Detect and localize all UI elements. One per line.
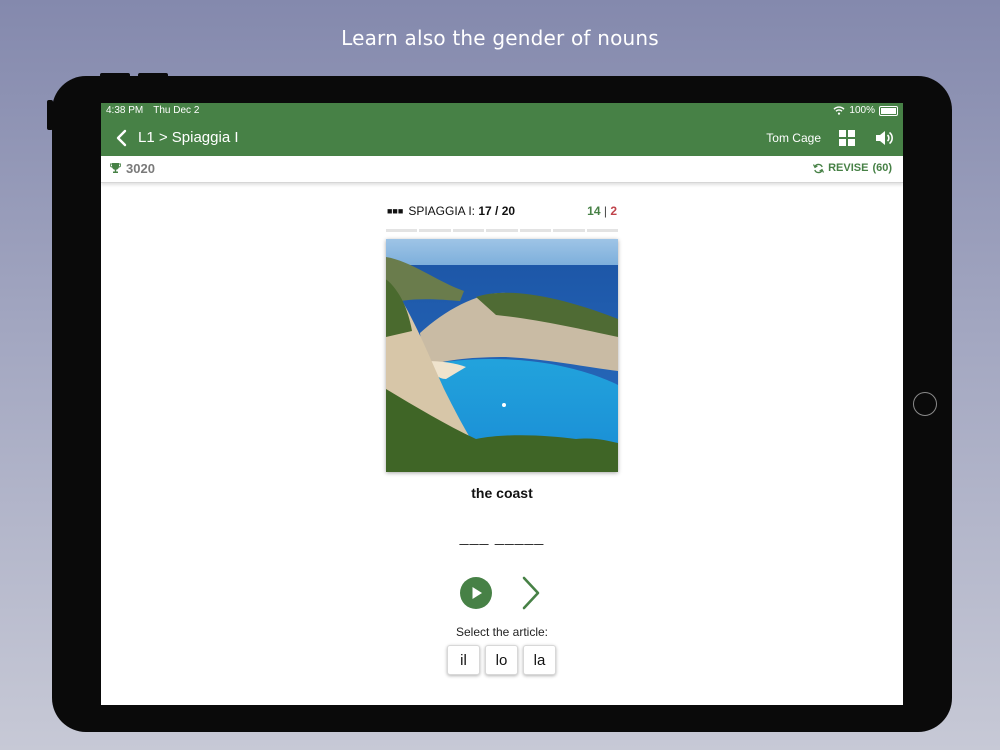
correct-count: 14	[587, 204, 601, 218]
wrong-count: 2	[610, 204, 617, 218]
grid-icon[interactable]	[839, 130, 855, 146]
progress-segments	[386, 229, 618, 232]
status-date: Thu Dec 2	[153, 105, 200, 116]
answer-blanks: ___ _____	[459, 529, 545, 546]
coast-illustration	[386, 239, 618, 472]
revise-button[interactable]: REVISE (60)	[813, 162, 892, 174]
revise-label: REVISE	[828, 162, 869, 174]
progress-squares: ■■■	[387, 206, 404, 216]
progress-segment	[553, 229, 585, 232]
refresh-icon	[813, 163, 825, 173]
next-chevron-icon[interactable]	[519, 575, 543, 611]
lesson-name: SPIAGGIA I:	[408, 204, 476, 218]
progress-segment	[519, 229, 552, 232]
select-article-label: Select the article:	[455, 625, 549, 639]
lesson-progress-label: ■■■ SPIAGGIA I: 17 / 20	[387, 204, 515, 218]
vocab-word: the coast	[471, 485, 533, 501]
breadcrumb[interactable]: L1 > Spiaggia I	[138, 129, 239, 146]
progress-segment	[586, 229, 618, 232]
app-header: 4:38 PM Thu Dec 2 100% L1 > Spiaggia I T…	[101, 103, 903, 156]
status-time: 4:38 PM	[106, 105, 144, 116]
progress-segment	[419, 229, 451, 232]
score-value: 3020	[126, 161, 155, 176]
article-option-la[interactable]: la	[523, 645, 556, 675]
wifi-icon	[833, 106, 845, 115]
lesson-count: 17 / 20	[478, 204, 516, 218]
app-screen: 4:38 PM Thu Dec 2 100% L1 > Spiaggia I T…	[101, 103, 903, 705]
play-icon	[472, 587, 482, 599]
answer-tally: 14 | 2	[587, 204, 617, 218]
trophy-icon	[110, 163, 121, 173]
battery-percent: 100%	[849, 105, 875, 116]
user-name[interactable]: Tom Cage	[766, 131, 821, 145]
score-bar: 3020 REVISE (60)	[101, 156, 903, 183]
progress-segment	[386, 229, 418, 232]
status-bar: 4:38 PM Thu Dec 2	[106, 105, 199, 116]
progress-segment	[486, 229, 518, 232]
back-chevron-icon[interactable]	[113, 127, 133, 149]
revise-count: (60)	[872, 162, 892, 174]
speaker-icon[interactable]	[875, 129, 893, 147]
article-option-il[interactable]: il	[447, 645, 480, 675]
article-option-lo[interactable]: lo	[485, 645, 518, 675]
play-audio-button[interactable]	[460, 577, 492, 609]
battery-icon	[879, 105, 898, 116]
progress-segment	[452, 229, 485, 232]
vocab-image	[386, 239, 618, 472]
article-options: il lo la	[447, 645, 556, 675]
promo-caption: Learn also the gender of nouns	[341, 26, 659, 50]
home-button	[913, 392, 937, 416]
status-right: 100%	[833, 105, 898, 116]
tally-separator: |	[603, 204, 607, 218]
